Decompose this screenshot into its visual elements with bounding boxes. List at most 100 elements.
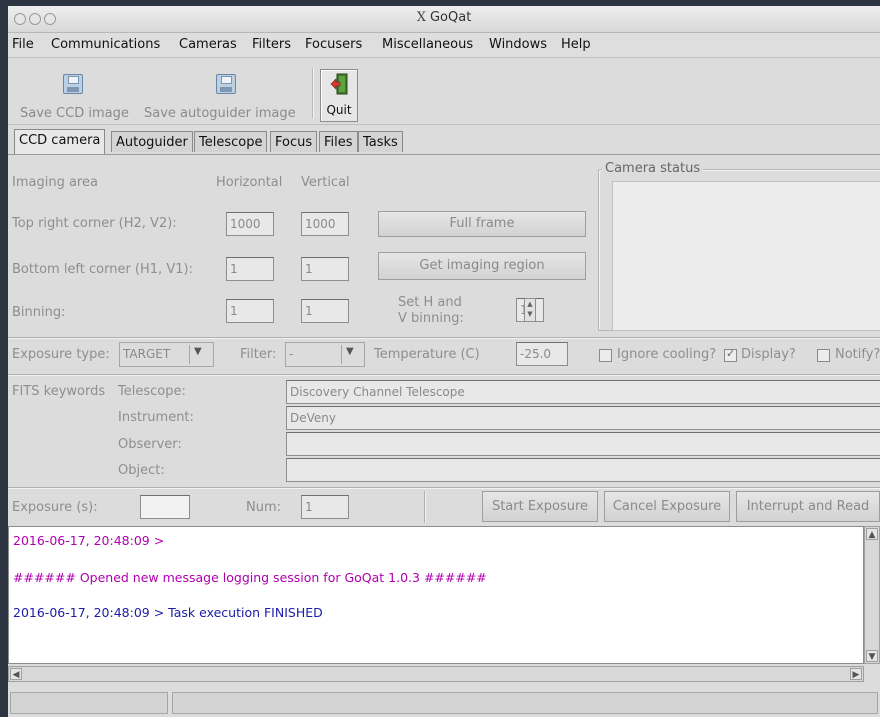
filter-label: Filter:	[240, 347, 277, 362]
exposure-seconds-label: Exposure (s):	[12, 500, 98, 515]
num-input[interactable]: 1	[301, 495, 349, 519]
select-divider	[189, 345, 190, 364]
binning-h-input[interactable]: 1	[226, 299, 274, 323]
menu-file[interactable]: File	[12, 37, 34, 52]
title-bar: X GoQat	[8, 6, 880, 33]
tab-focus[interactable]: Focus	[270, 131, 318, 152]
scroll-up-icon[interactable]: ▲	[866, 528, 878, 540]
temperature-label: Temperature (C)	[374, 347, 480, 362]
ccd-camera-panel: Imaging area Horizontal Vertical Top rig…	[8, 155, 880, 525]
observer-input[interactable]	[286, 432, 880, 456]
checkmark-icon: ✓	[726, 347, 736, 360]
vertical-label: Vertical	[301, 175, 350, 190]
log-horizontal-scrollbar[interactable]: ◀ ▶	[8, 666, 864, 682]
set-binning-label-line2: V binning:	[398, 311, 464, 326]
num-label: Num:	[246, 500, 282, 515]
menu-help[interactable]: Help	[561, 37, 591, 52]
telescope-input[interactable]: Discovery Channel Telescope	[286, 380, 880, 404]
select-divider	[341, 345, 342, 364]
object-label: Object:	[118, 463, 165, 478]
menu-focusers[interactable]: Focusers	[305, 37, 362, 52]
observer-label: Observer:	[118, 437, 182, 452]
menu-bar: File Communications Cameras Filters Focu…	[8, 33, 880, 58]
start-exposure-button[interactable]: Start Exposure	[482, 491, 598, 522]
quit-label: Quit	[326, 103, 352, 117]
save-ccd-image-button[interactable]: Save CCD image	[12, 66, 138, 122]
tab-ccd-camera[interactable]: CCD camera	[14, 129, 106, 154]
divider	[424, 491, 426, 523]
interrupt-and-read-button[interactable]: Interrupt and Read	[736, 491, 880, 522]
scroll-left-icon[interactable]: ◀	[10, 668, 22, 680]
bottom-left-v-input[interactable]: 1	[301, 257, 349, 281]
message-log[interactable]: 2016-06-17, 20:48:09 > ###### Opened new…	[8, 526, 864, 664]
tab-autoguider[interactable]: Autoguider	[111, 131, 193, 152]
divider	[8, 374, 880, 376]
object-input[interactable]	[286, 458, 880, 482]
imaging-area-label: Imaging area	[12, 175, 98, 190]
toolbar: Save CCD image Save autoguider image Qui…	[8, 58, 880, 125]
chevron-down-icon: ▼	[346, 346, 354, 357]
scroll-right-icon[interactable]: ▶	[850, 668, 862, 680]
menu-windows[interactable]: Windows	[489, 37, 547, 52]
top-right-corner-label: Top right corner (H2, V2):	[12, 216, 177, 231]
exit-door-icon	[330, 73, 348, 95]
display-checkbox[interactable]: ✓	[724, 347, 737, 362]
notify-checkbox[interactable]	[817, 349, 830, 362]
notify-label: Notify?	[835, 347, 880, 362]
set-binning-label-line1: Set H and	[398, 295, 462, 310]
top-right-v-input[interactable]: 1000	[301, 212, 349, 236]
divider	[8, 337, 880, 339]
tab-telescope[interactable]: Telescope	[194, 131, 268, 152]
display-label: Display?	[741, 347, 796, 362]
save-autoguider-image-button[interactable]: Save autoguider image	[140, 66, 310, 122]
status-segment-left	[10, 692, 168, 714]
fits-keywords-label: FITS keywords	[12, 384, 106, 399]
save-autoguider-label: Save autoguider image	[144, 106, 296, 121]
exposure-type-label: Exposure type:	[12, 347, 110, 362]
menu-cameras[interactable]: Cameras	[179, 37, 237, 52]
save-disk-icon	[63, 74, 83, 94]
status-bar	[8, 688, 880, 717]
bottom-left-h-input[interactable]: 1	[226, 257, 274, 281]
bottom-left-corner-label: Bottom left corner (H1, V1):	[12, 262, 193, 277]
ignore-cooling-checkbox[interactable]	[599, 349, 612, 362]
exposure-seconds-input[interactable]	[140, 495, 190, 519]
camera-status-label: Camera status	[602, 161, 704, 176]
ignore-cooling-label: Ignore cooling?	[617, 347, 717, 362]
binning-label: Binning:	[12, 305, 66, 320]
menu-communications[interactable]: Communications	[51, 37, 160, 52]
get-imaging-region-button[interactable]: Get imaging region	[378, 252, 586, 280]
instrument-label: Instrument:	[118, 410, 194, 425]
tab-files[interactable]: Files	[319, 131, 358, 152]
menu-miscellaneous[interactable]: Miscellaneous	[382, 37, 473, 52]
status-segment-right	[172, 692, 878, 714]
log-line: 2016-06-17, 20:48:09 >	[13, 533, 165, 548]
instrument-input[interactable]: DeVeny	[286, 406, 880, 430]
goqat-window: X GoQat File Communications Cameras Filte…	[8, 6, 880, 717]
tab-tasks[interactable]: Tasks	[358, 131, 403, 152]
cancel-exposure-button[interactable]: Cancel Exposure	[604, 491, 730, 522]
toolbar-separator	[312, 68, 314, 118]
temperature-input[interactable]: -25.0	[516, 342, 568, 366]
camera-status-text	[612, 181, 880, 331]
full-frame-button[interactable]: Full frame	[378, 211, 586, 237]
x11-icon: X	[416, 10, 426, 25]
quit-button[interactable]: Quit	[320, 69, 358, 122]
scroll-down-icon[interactable]: ▼	[866, 650, 878, 662]
save-ccd-label: Save CCD image	[20, 106, 129, 121]
top-right-h-input[interactable]: 1000	[226, 212, 274, 236]
log-vertical-scrollbar[interactable]: ▲ ▼	[864, 526, 880, 664]
binning-v-input[interactable]: 1	[301, 299, 349, 323]
telescope-label: Telescope:	[118, 384, 186, 399]
log-line: ###### Opened new message logging sessio…	[13, 570, 487, 585]
spin-arrows-icon[interactable]: ▲ ▼	[524, 298, 536, 322]
window-title-text: GoQat	[429, 10, 472, 25]
chevron-down-icon: ▼	[194, 346, 202, 357]
save-disk-icon	[216, 74, 236, 94]
window-title: X GoQat	[8, 10, 880, 25]
horizontal-label: Horizontal	[216, 175, 283, 190]
divider	[8, 487, 880, 489]
set-binning-label: Set H and V binning:	[398, 295, 464, 327]
log-line: 2016-06-17, 20:48:09 > Task execution FI…	[13, 605, 323, 620]
menu-filters[interactable]: Filters	[252, 37, 291, 52]
